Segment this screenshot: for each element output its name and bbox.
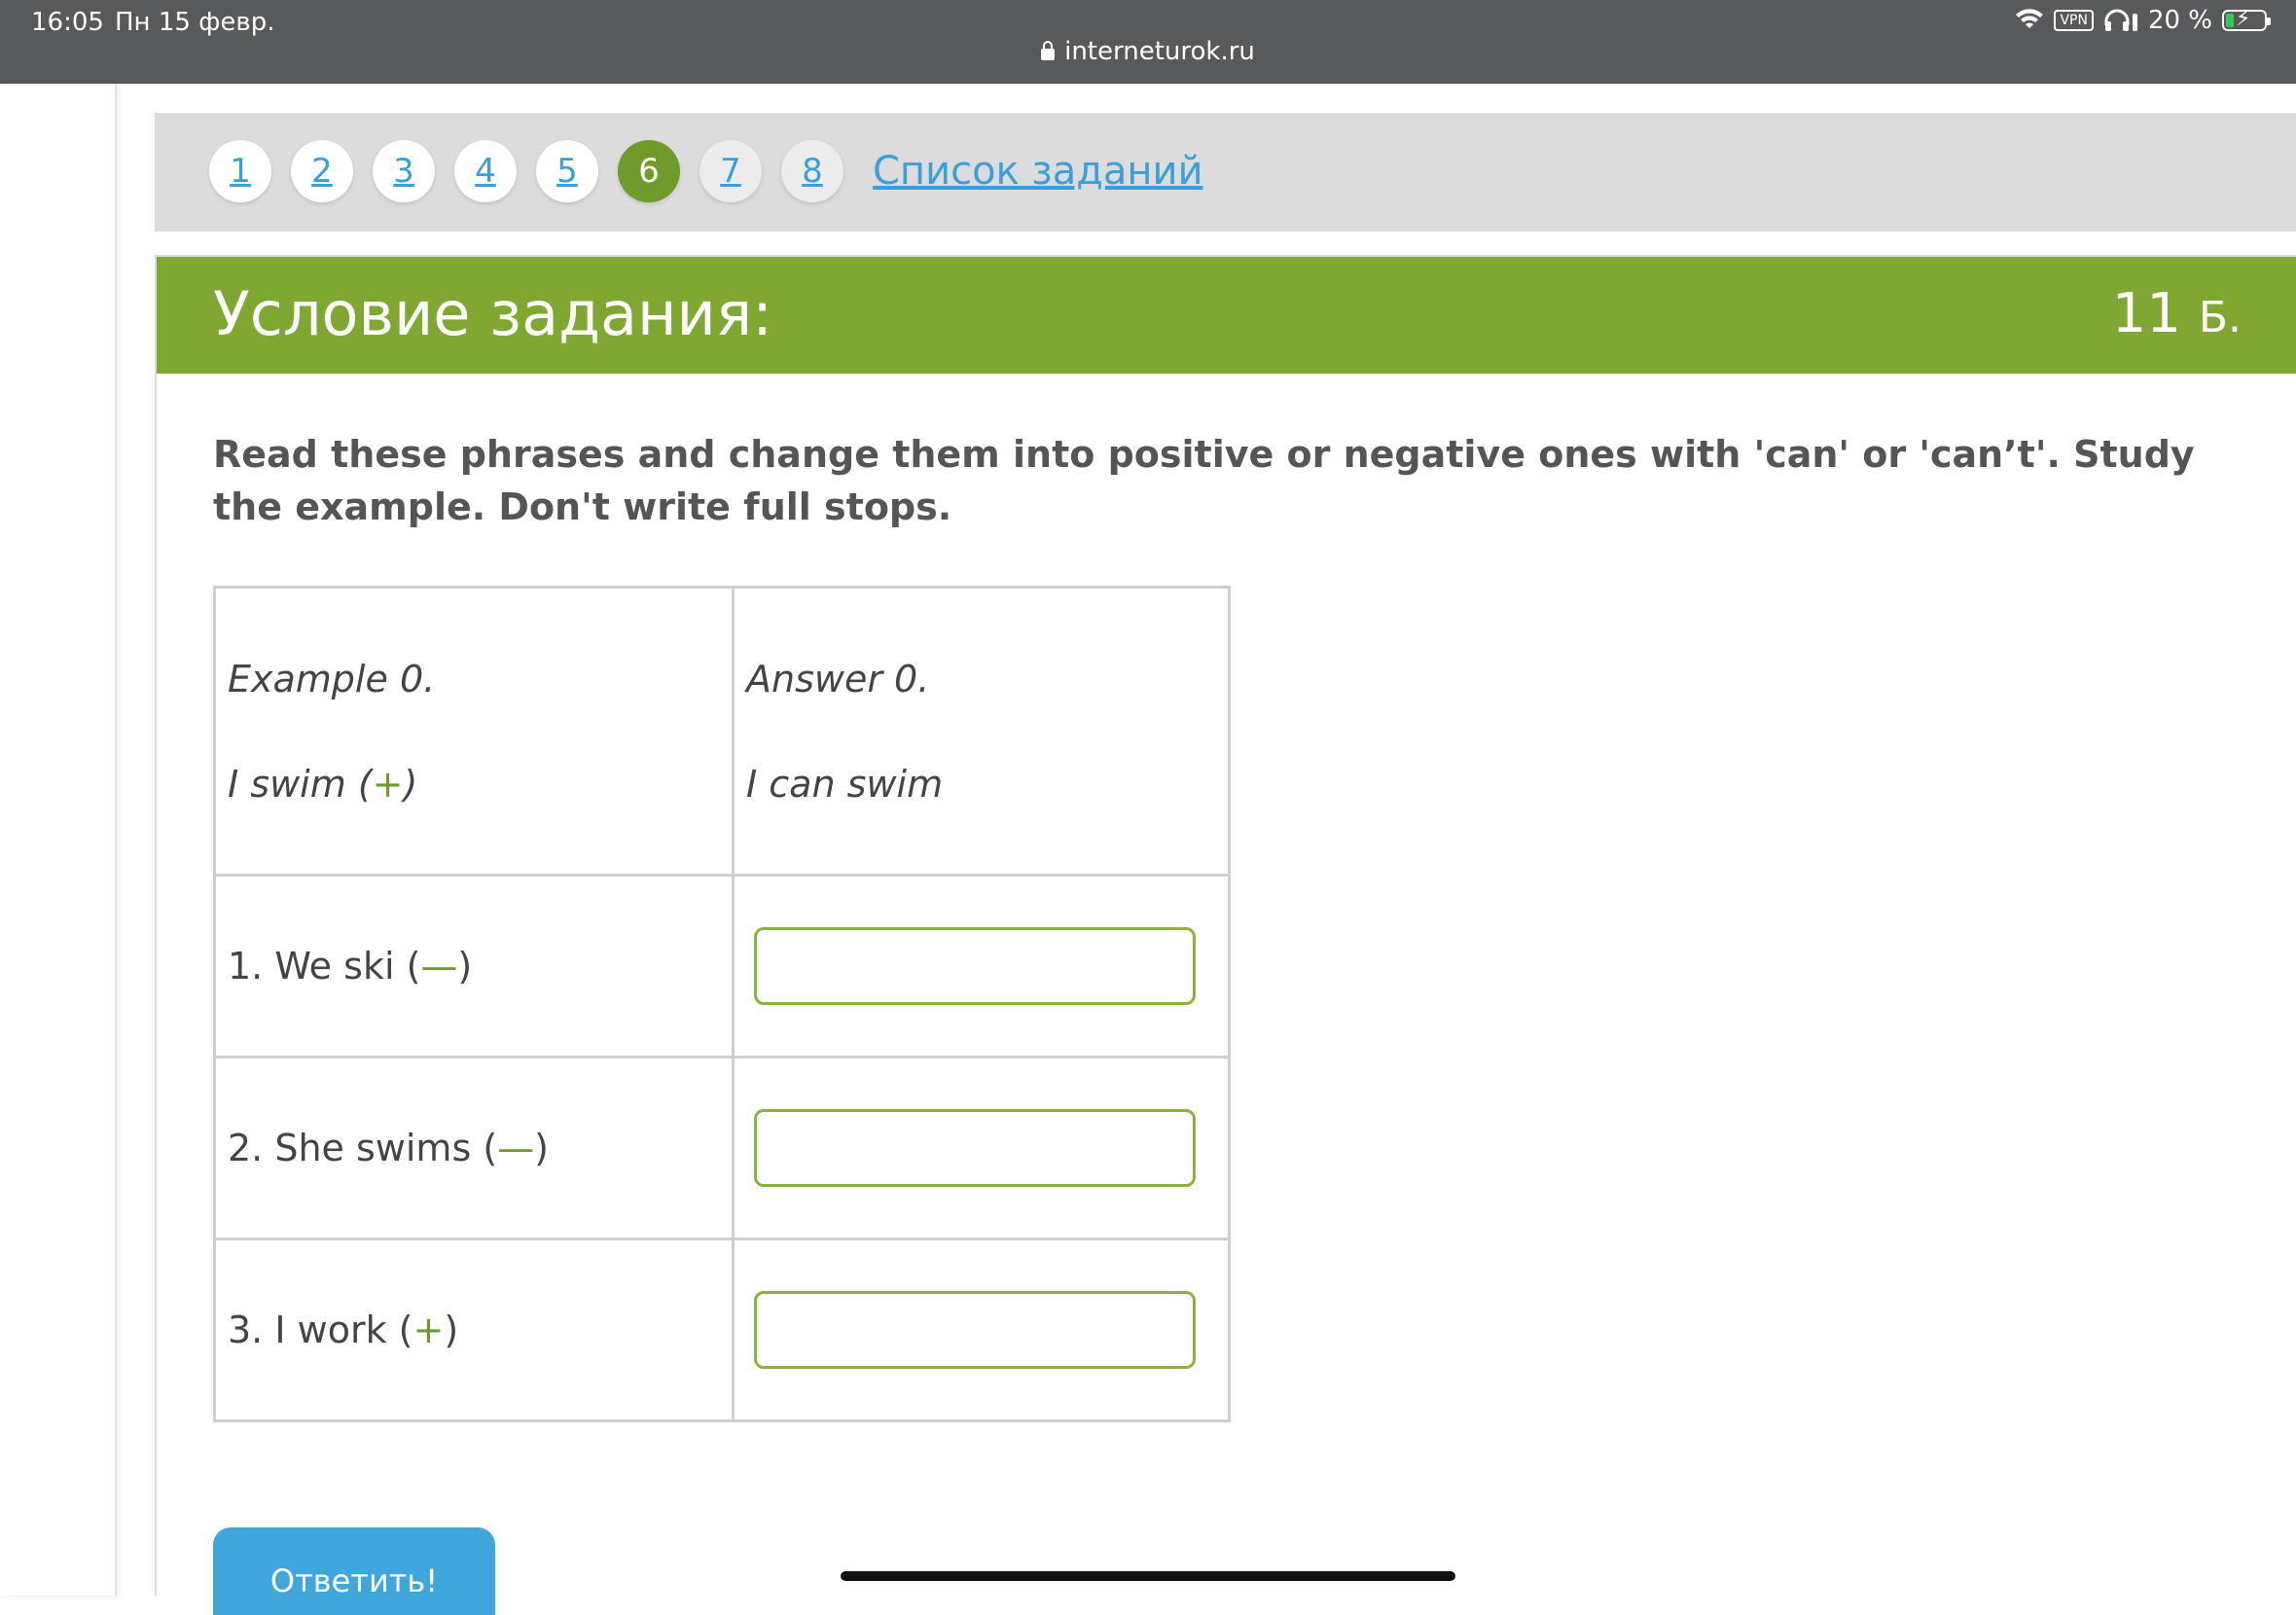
- answer-cell: [732, 1056, 1231, 1240]
- phrase-cell: 2. She swims (—): [213, 1056, 735, 1240]
- address-bar[interactable]: interneturok.ru: [0, 37, 2296, 66]
- exercise-table: Example 0. I swim (+) Answer 0. I can sw…: [213, 586, 1231, 1422]
- home-indicator[interactable]: [841, 1571, 1455, 1581]
- task-card: Условие задания: 11 Б. Read these phrase…: [155, 255, 2296, 1615]
- task-list-link[interactable]: Список заданий: [873, 149, 1203, 194]
- answer-input[interactable]: [754, 1291, 1196, 1369]
- task-nav-item[interactable]: 6: [618, 140, 680, 202]
- points-value: 11: [2111, 282, 2182, 345]
- wifi-icon: [2016, 9, 2044, 28]
- phrase-cell: 1. We ski (—): [213, 874, 735, 1059]
- example-phrase: I swim (+): [228, 762, 418, 806]
- battery-icon: ⚡: [2222, 7, 2271, 31]
- task-instructions: Read these phrases and change them into …: [213, 433, 2195, 528]
- answer-label: Answer 0.: [746, 657, 930, 700]
- submit-answer-button[interactable]: Ответить!: [213, 1527, 495, 1615]
- exercise-row: 2. She swims (—): [213, 1056, 1231, 1240]
- phrase-cell: 3. I work (+): [213, 1238, 735, 1422]
- answer-input[interactable]: [754, 927, 1196, 1005]
- task-title: Условие задания:: [213, 278, 772, 349]
- status-indicators: VPN 20 % ⚡: [2015, 6, 2271, 35]
- exercise-phrase: 2. She swims (—): [228, 1127, 549, 1169]
- exercise-row: 3. I work (+): [213, 1238, 1231, 1422]
- exercise-row: 1. We ski (—): [213, 874, 1231, 1059]
- example-answer: I can swim: [746, 762, 944, 806]
- url-text: interneturok.ru: [1064, 37, 1255, 66]
- left-panel: [0, 84, 117, 1596]
- answer-input[interactable]: [754, 1109, 1196, 1187]
- task-navigation: 1 2 3 4 5 6 7 8 Список заданий: [155, 113, 2296, 232]
- points-unit: Б.: [2198, 293, 2242, 342]
- minus-sign: —: [497, 1127, 535, 1169]
- example-label: Example 0.: [228, 657, 436, 700]
- task-nav-item[interactable]: 5: [536, 140, 598, 202]
- example-cell: Example 0. I swim (+): [213, 586, 735, 877]
- task-nav-item[interactable]: 8: [781, 140, 843, 202]
- task-header: Условие задания: 11 Б.: [157, 257, 2296, 374]
- exercise-phrase: 3. I work (+): [228, 1309, 459, 1351]
- task-nav-item[interactable]: 2: [291, 140, 353, 202]
- task-nav-item[interactable]: 7: [700, 140, 762, 202]
- battery-percent: 20 %: [2147, 6, 2212, 35]
- task-points: 11 Б.: [2112, 282, 2242, 345]
- minus-sign: —: [420, 945, 458, 987]
- example-row: Example 0. I swim (+) Answer 0. I can sw…: [213, 586, 1231, 877]
- task-nav-item[interactable]: 4: [454, 140, 517, 202]
- status-date: Пн 15 февр.: [115, 8, 275, 37]
- task-nav-item[interactable]: 1: [209, 140, 271, 202]
- exercise-phrase: 1. We ski (—): [228, 945, 473, 987]
- answer-example-cell: Answer 0. I can swim: [732, 586, 1231, 877]
- lock-icon: [1041, 41, 1056, 60]
- task-nav-item[interactable]: 3: [373, 140, 435, 202]
- task-nav-items: 1 2 3 4 5 6 7 8 Список заданий: [209, 140, 1203, 202]
- plus-sign: +: [413, 1309, 445, 1351]
- plus-sign: +: [372, 762, 404, 806]
- answer-cell: [732, 1238, 1231, 1422]
- headphones-icon: [2104, 9, 2137, 31]
- vpn-badge: VPN: [2054, 10, 2094, 31]
- status-bar: 16:05 Пн 15 февр. VPN 20 % ⚡ interneturo…: [0, 0, 2296, 84]
- answer-cell: [732, 874, 1231, 1059]
- status-time: 16:05: [31, 8, 104, 37]
